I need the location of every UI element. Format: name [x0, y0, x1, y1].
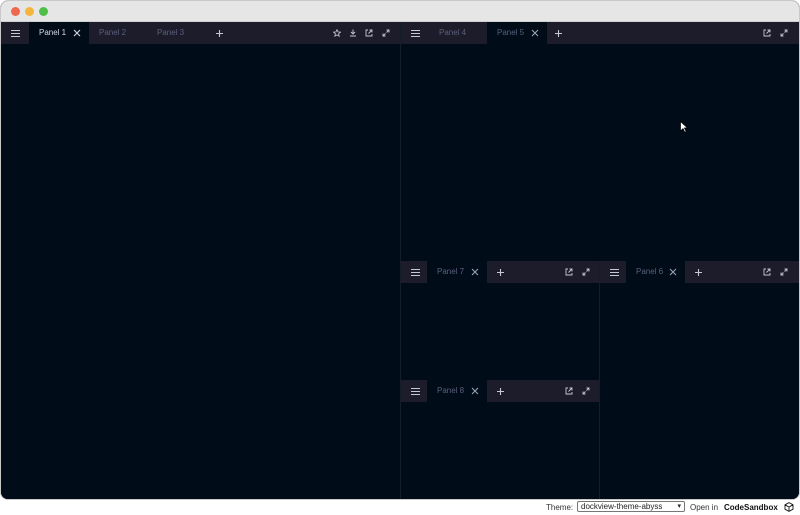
expand-icon [582, 387, 590, 395]
popout-button[interactable] [562, 380, 576, 402]
group-left-header: Panel 1 Panel 2 Panel 3 [1, 22, 400, 44]
panel-6-content [600, 283, 799, 499]
tab-label: Panel 8 [437, 386, 465, 395]
maximize-group-button[interactable] [777, 261, 791, 283]
group-menu-button[interactable] [600, 261, 628, 283]
plus-icon [496, 268, 504, 276]
expand-icon [582, 268, 590, 276]
add-tab-button[interactable] [493, 380, 507, 402]
minimize-window-button[interactable] [25, 7, 34, 16]
plus-icon [554, 29, 562, 37]
tab-panel-4[interactable]: Panel 4 [429, 22, 487, 44]
tab-panel-6[interactable]: Panel 6 [626, 261, 685, 283]
panel-5-content [401, 44, 799, 261]
popout-button[interactable] [362, 22, 376, 44]
tab-label: Panel 1 [39, 28, 67, 37]
tab-panel-3[interactable]: Panel 3 [147, 22, 205, 44]
close-tab-button[interactable] [529, 22, 541, 44]
download-button[interactable] [346, 22, 360, 44]
close-icon [531, 29, 539, 37]
close-icon [471, 387, 479, 395]
close-icon [669, 268, 677, 276]
demo-footer: Theme: dockview-theme-abyss ▾ Open in Co… [0, 500, 800, 515]
maximize-group-button[interactable] [579, 261, 593, 283]
maximize-group-button[interactable] [777, 22, 791, 44]
favorite-button[interactable] [330, 22, 344, 44]
group-menu-button[interactable] [401, 380, 429, 402]
close-tab-button[interactable] [667, 261, 679, 283]
codesandbox-icon[interactable] [784, 502, 794, 512]
plus-icon [694, 268, 702, 276]
external-link-icon [565, 268, 573, 276]
menu-icon [410, 29, 420, 37]
group-left: Panel 1 Panel 2 Panel 3 [1, 22, 400, 499]
add-tab-button[interactable] [691, 261, 705, 283]
group-panel-6-header: Panel 6 [600, 261, 799, 283]
window-titlebar [1, 1, 799, 22]
close-tab-button[interactable] [469, 380, 481, 402]
tab-panel-5[interactable]: Panel 5 [487, 22, 547, 44]
open-in-label: Open in [690, 503, 719, 512]
tab-label: Panel 2 [99, 28, 127, 37]
tab-label: Panel 3 [157, 28, 185, 37]
external-link-icon [565, 387, 573, 395]
expand-icon [382, 29, 390, 37]
browser-window: Panel 1 Panel 2 Panel 3 Panel 4 Panel 5 … [0, 0, 800, 500]
tab-label: Panel 6 [636, 267, 664, 276]
star-icon [333, 29, 341, 37]
expand-icon [780, 268, 788, 276]
expand-icon [780, 29, 788, 37]
add-tab-button[interactable] [212, 22, 226, 44]
chevron-down-icon: ▾ [677, 503, 681, 510]
maximize-group-button[interactable] [379, 22, 393, 44]
tab-panel-8[interactable]: Panel 8 [427, 380, 487, 402]
close-tab-button[interactable] [469, 261, 481, 283]
theme-select-value: dockview-theme-abyss [581, 502, 663, 511]
mouse-cursor-icon [680, 121, 688, 133]
tab-label: Panel 5 [497, 28, 525, 37]
maximize-window-button[interactable] [39, 7, 48, 16]
popout-button[interactable] [760, 22, 774, 44]
plus-icon [215, 29, 223, 37]
tab-panel-1[interactable]: Panel 1 [29, 22, 89, 44]
group-top-right: Panel 4 Panel 5 [401, 22, 799, 261]
codesandbox-link[interactable]: CodeSandbox [724, 503, 778, 512]
group-top-right-header: Panel 4 Panel 5 [401, 22, 799, 44]
close-icon [471, 268, 479, 276]
menu-icon [10, 29, 20, 37]
external-link-icon [763, 268, 771, 276]
tab-panel-2[interactable]: Panel 2 [89, 22, 147, 44]
group-panel-7-header: Panel 7 [401, 261, 599, 283]
panel-7-content [401, 283, 599, 380]
group-menu-button[interactable] [401, 261, 429, 283]
tab-label: Panel 4 [439, 28, 467, 37]
group-menu-button[interactable] [1, 22, 29, 44]
group-panel-8: Panel 8 [401, 380, 599, 499]
add-tab-button[interactable] [551, 22, 565, 44]
group-panel-7: Panel 7 [401, 261, 599, 380]
group-menu-button[interactable] [401, 22, 429, 44]
close-icon [73, 29, 81, 37]
external-link-icon [365, 29, 373, 37]
close-tab-button[interactable] [71, 22, 83, 44]
menu-icon [609, 268, 619, 276]
theme-label: Theme: [546, 503, 574, 512]
panel-1-content [1, 44, 400, 499]
download-icon [350, 29, 356, 37]
close-window-button[interactable] [11, 7, 20, 16]
group-panel-6: Panel 6 [600, 261, 799, 499]
maximize-group-button[interactable] [579, 380, 593, 402]
add-tab-button[interactable] [493, 261, 507, 283]
popout-button[interactable] [562, 261, 576, 283]
theme-select[interactable]: dockview-theme-abyss ▾ [577, 501, 685, 512]
menu-icon [410, 387, 420, 395]
tab-label: Panel 7 [437, 267, 465, 276]
panel-8-content [401, 402, 599, 499]
plus-icon [496, 387, 504, 395]
menu-icon [410, 268, 420, 276]
tab-panel-7[interactable]: Panel 7 [427, 261, 487, 283]
popout-button[interactable] [760, 261, 774, 283]
external-link-icon [763, 29, 771, 37]
group-panel-8-header: Panel 8 [401, 380, 599, 402]
